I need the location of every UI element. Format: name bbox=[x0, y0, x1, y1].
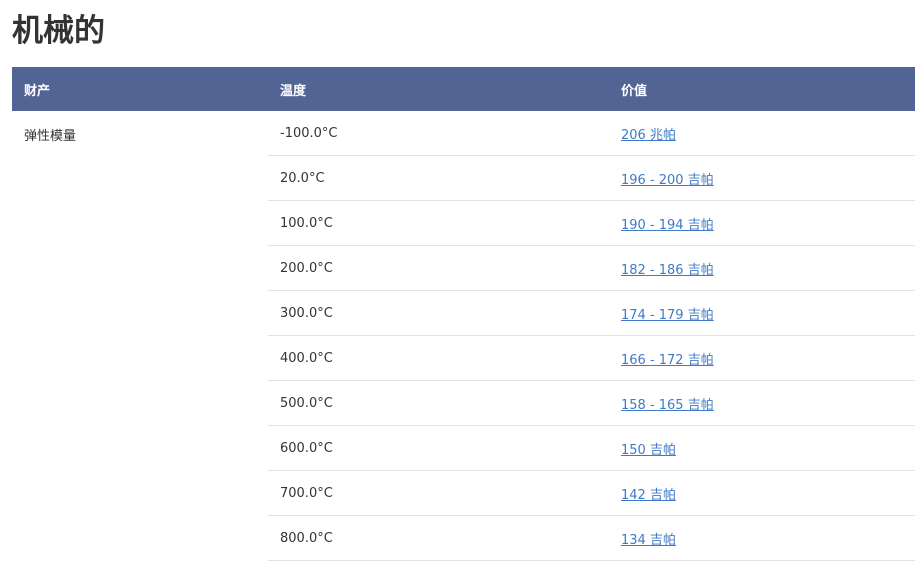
table-row: 弹性模量 -100.0°C 206 兆帕 bbox=[12, 111, 915, 156]
temperature-cell: 200.0°C bbox=[268, 245, 609, 291]
temperature-cell: 500.0°C bbox=[268, 380, 609, 426]
value-link[interactable]: 166 - 172 吉帕 bbox=[621, 353, 714, 368]
value-link[interactable]: 158 - 165 吉帕 bbox=[621, 398, 714, 413]
temperature-cell: 600.0°C bbox=[268, 425, 609, 471]
value-cell: 196 - 200 吉帕 bbox=[609, 155, 915, 201]
table-header-row: 财产 温度 价值 bbox=[12, 67, 915, 111]
value-cell: 158 - 165 吉帕 bbox=[609, 380, 915, 426]
value-cell: 150 吉帕 bbox=[609, 425, 915, 471]
value-cell: 142 吉帕 bbox=[609, 470, 915, 516]
value-cell: 182 - 186 吉帕 bbox=[609, 245, 915, 291]
page: 机械的 财产 温度 价值 弹性模量 -100.0°C 206 兆帕 20.0°C 196… bbox=[0, 0, 915, 561]
table-body: 弹性模量 -100.0°C 206 兆帕 20.0°C 196 - 200 吉帕 100.… bbox=[12, 111, 915, 561]
page-title: 机械的 bbox=[12, 13, 105, 49]
header-value: 价值 bbox=[621, 83, 648, 99]
value-cell: 174 - 179 吉帕 bbox=[609, 290, 915, 336]
temperature-cell: 300.0°C bbox=[268, 290, 609, 336]
properties-table: 财产 温度 价值 弹性模量 -100.0°C 206 兆帕 20.0°C 196 - 2… bbox=[12, 67, 915, 561]
table-header: 财产 温度 价值 bbox=[12, 67, 915, 111]
value-link[interactable]: 134 吉帕 bbox=[621, 533, 676, 548]
value-cell: 166 - 172 吉帕 bbox=[609, 335, 915, 381]
header-temperature: 温度 bbox=[280, 83, 307, 99]
value-link[interactable]: 150 吉帕 bbox=[621, 443, 676, 458]
temperature-cell: 100.0°C bbox=[268, 200, 609, 246]
value-link[interactable]: 174 - 179 吉帕 bbox=[621, 308, 714, 323]
header-property: 财产 bbox=[24, 83, 51, 99]
temperature-cell: 800.0°C bbox=[268, 515, 609, 561]
temperature-cell: 20.0°C bbox=[268, 155, 609, 201]
value-link[interactable]: 196 - 200 吉帕 bbox=[621, 173, 714, 188]
temperature-cell: 700.0°C bbox=[268, 470, 609, 516]
value-link[interactable]: 182 - 186 吉帕 bbox=[621, 263, 714, 278]
temperature-cell: -100.0°C bbox=[268, 111, 609, 156]
property-name-cell: 弹性模量 bbox=[24, 129, 77, 144]
value-cell: 190 - 194 吉帕 bbox=[609, 200, 915, 246]
value-link[interactable]: 206 兆帕 bbox=[621, 128, 676, 143]
value-cell: 206 兆帕 bbox=[609, 111, 915, 156]
value-link[interactable]: 190 - 194 吉帕 bbox=[621, 218, 714, 233]
value-link[interactable]: 142 吉帕 bbox=[621, 488, 676, 503]
temperature-cell: 400.0°C bbox=[268, 335, 609, 381]
value-cell: 134 吉帕 bbox=[609, 515, 915, 561]
